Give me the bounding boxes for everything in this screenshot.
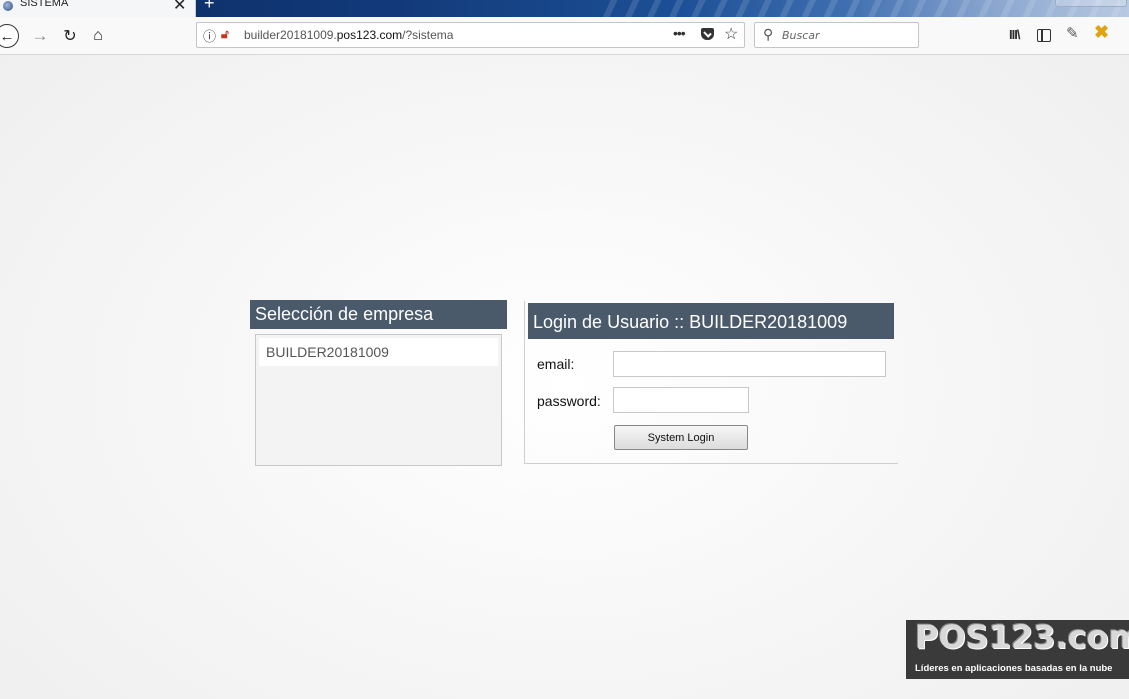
url-prefix: builder20181009. [244,28,337,42]
window-controls[interactable] [1055,0,1127,7]
arrow-left-icon: ← [0,24,19,48]
email-field[interactable] [613,351,886,377]
url-host: pos123.com [336,28,403,42]
back-button[interactable]: ← [0,17,20,55]
login-panel: Login de Usuario :: BUILDER20181009 emai… [524,301,898,464]
library-icon[interactable]: III\ [1009,27,1020,42]
company-item[interactable]: BUILDER20181009 [259,338,498,366]
tab-strip: SISTEMA ✕ + [0,0,1129,17]
company-selection-panel: Selección de empresa BUILDER20181009 [250,300,507,466]
globe-icon [3,1,13,11]
home-icon[interactable]: ⌂ [88,17,108,55]
search-icon: ⚲ [763,26,774,42]
url-bar[interactable]: ⓘ 🔓︎ builder20181009.pos123.com/?sistema… [196,22,745,48]
insecure-lock-icon[interactable]: 🔓︎ [221,27,229,42]
close-tab-icon[interactable]: ✕ [173,0,186,15]
search-bar[interactable]: ⚲ [754,22,919,48]
email-label: email: [537,356,575,372]
arrow-right-icon[interactable]: → [30,17,50,55]
tab-sistema[interactable]: SISTEMA ✕ [0,0,196,17]
sidebar-icon[interactable] [1037,29,1051,42]
password-field[interactable] [613,387,749,413]
new-tab-button[interactable]: + [204,0,215,14]
puzzle-icon[interactable]: ✖ [1094,22,1109,43]
system-login-button[interactable]: System Login [614,425,748,450]
brand-logo: POS123.com Líderes en aplicaciones basad… [906,620,1129,679]
password-label: password: [537,393,601,409]
company-list: BUILDER20181009 [255,334,502,466]
pocket-icon[interactable] [701,28,714,40]
url-text[interactable]: builder20181009.pos123.com/?sistema [244,28,453,42]
more-icon[interactable]: ••• [673,25,686,41]
brand-tagline: Líderes en aplicaciones basadas en la nu… [915,663,1113,674]
pen-icon[interactable]: ✎ [1066,24,1079,42]
titlebar-decoration [600,0,1120,17]
navigation-toolbar: ← → ↻ ⌂ ⓘ 🔓︎ builder20181009.pos123.com/… [0,17,1129,55]
company-selection-title: Selección de empresa [250,300,507,329]
reload-icon[interactable]: ↻ [60,17,80,55]
tab-title: SISTEMA [20,0,69,9]
info-icon[interactable]: ⓘ [203,26,216,45]
login-title: Login de Usuario :: BUILDER20181009 [528,303,894,339]
brand-name: POS123.com [915,620,1129,656]
search-input[interactable] [782,26,912,44]
url-path: /?sistema [402,28,454,42]
star-icon[interactable]: ☆ [724,24,738,44]
